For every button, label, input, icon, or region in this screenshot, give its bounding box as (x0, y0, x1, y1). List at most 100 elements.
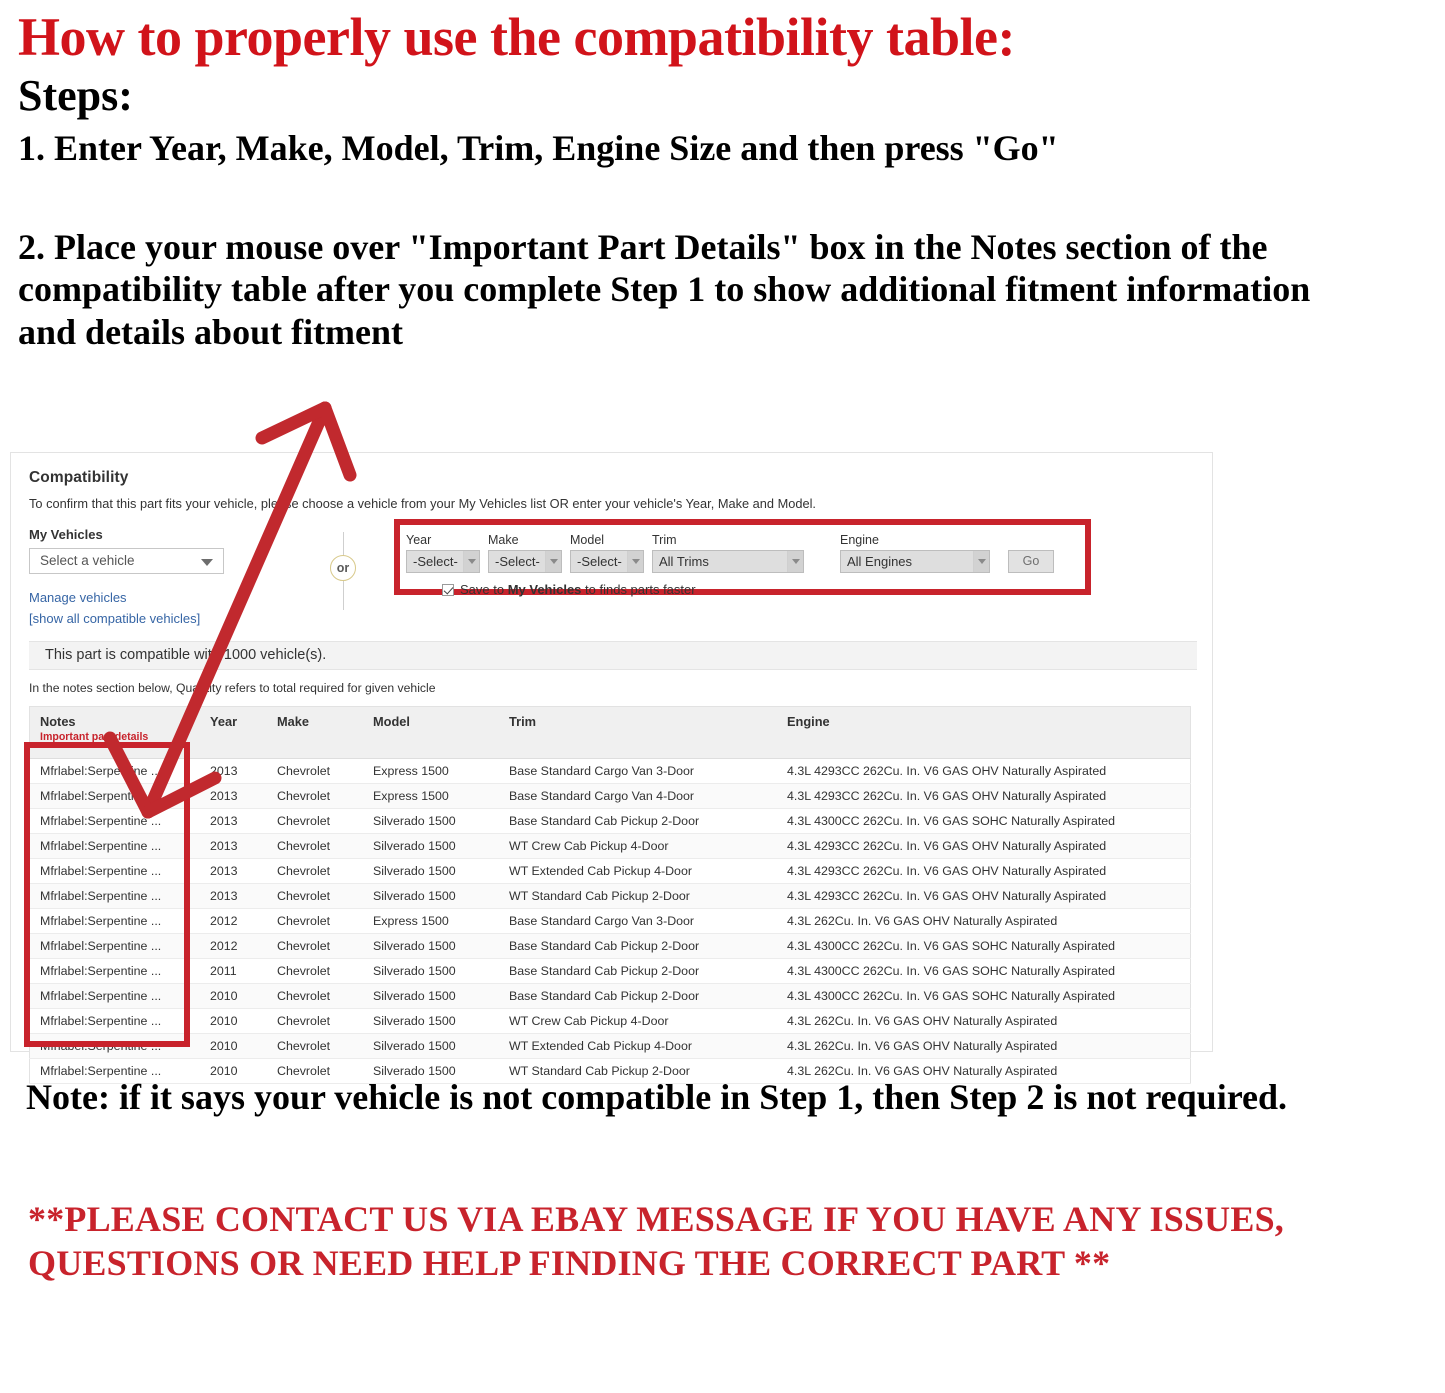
chevron-down-icon (787, 551, 803, 572)
table-row: Mfrlabel:Serpentine ... 2010 Chevrolet Silv… (29, 983, 1191, 1009)
header-model: Model (363, 706, 499, 759)
year-select[interactable]: -Select- (406, 550, 480, 573)
save-to-my-vehicles-checkbox[interactable] (442, 583, 454, 596)
header-trim: Trim (499, 706, 777, 759)
cell-engine: 4.3L 262Cu. In. V6 GAS OHV Naturally Asp… (777, 1008, 1191, 1034)
cell-engine: 4.3L 4293CC 262Cu. In. V6 GAS OHV Natura… (777, 833, 1191, 859)
trim-value: All Trims (659, 554, 709, 569)
cell-trim: WT Extended Cab Pickup 4-Door (499, 1033, 777, 1059)
manage-vehicles-link[interactable]: Manage vehicles (29, 590, 127, 605)
cell-year: 2013 (200, 758, 267, 784)
save-to-my-vehicles-row[interactable]: Save to My Vehicles to finds parts faste… (442, 582, 1086, 597)
trim-select[interactable]: All Trims (652, 550, 804, 573)
cell-trim: WT Extended Cab Pickup 4-Door (499, 858, 777, 884)
chevron-down-icon (627, 551, 643, 572)
engine-select[interactable]: All Engines (840, 550, 990, 573)
cell-engine: 4.3L 4293CC 262Cu. In. V6 GAS OHV Natura… (777, 858, 1191, 884)
cell-trim: WT Standard Cab Pickup 2-Door (499, 883, 777, 909)
footer-contact-notice: **PLEASE CONTACT US VIA EBAY MESSAGE IF … (28, 1199, 1285, 1283)
my-vehicles-group: My Vehicles Select a vehicle Manage vehi… (29, 527, 279, 607)
cell-year: 2013 (200, 783, 267, 809)
compatible-count-text: This part is compatible with 1000 vehicl… (45, 647, 327, 663)
model-select[interactable]: -Select- (570, 550, 644, 573)
cell-model: Express 1500 (363, 908, 499, 934)
fitment-table-head: Notes Important part details Year Make M… (29, 706, 1191, 759)
table-row: Mfrlabel:Serpentine ... 2013 Chevrolet Silv… (29, 883, 1191, 909)
cell-year: 2013 (200, 883, 267, 909)
cell-trim: Base Standard Cab Pickup 2-Door (499, 933, 777, 959)
cell-notes[interactable]: Mfrlabel:Serpentine ... (29, 758, 200, 784)
go-button[interactable]: Go (1008, 550, 1054, 573)
chevron-down-icon (545, 551, 561, 572)
cell-engine: 4.3L 4293CC 262Cu. In. V6 GAS OHV Natura… (777, 783, 1191, 809)
table-row: Mfrlabel:Serpentine ... 2013 Chevrolet Silv… (29, 858, 1191, 884)
save-to-my-vehicles-label: Save to My Vehicles to finds parts faste… (460, 582, 696, 597)
cell-make: Chevrolet (267, 758, 363, 784)
table-header-row: Notes Important part details Year Make M… (29, 706, 1191, 759)
cell-model: Silverado 1500 (363, 983, 499, 1009)
cell-model: Express 1500 (363, 758, 499, 784)
cell-year: 2013 (200, 858, 267, 884)
cell-model: Express 1500 (363, 783, 499, 809)
cell-notes[interactable]: Mfrlabel:Serpentine ... (29, 833, 200, 859)
table-row: Mfrlabel:Serpentine ... 2010 Chevrolet Silv… (29, 1008, 1191, 1034)
cell-notes[interactable]: Mfrlabel:Serpentine ... (29, 908, 200, 934)
cell-engine: 4.3L 4293CC 262Cu. In. V6 GAS OHV Natura… (777, 758, 1191, 784)
cell-notes[interactable]: Mfrlabel:Serpentine ... (29, 883, 200, 909)
compatibility-subtitle: To confirm that this part fits your vehi… (29, 496, 816, 511)
cell-make: Chevrolet (267, 858, 363, 884)
cell-trim: Base Standard Cab Pickup 2-Door (499, 958, 777, 984)
cell-notes[interactable]: Mfrlabel:Serpentine ... (29, 958, 200, 984)
show-all-compatible-vehicles-link[interactable]: [show all compatible vehicles] (29, 611, 200, 626)
make-select[interactable]: -Select- (488, 550, 562, 573)
cell-model: Silverado 1500 (363, 1008, 499, 1034)
cell-make: Chevrolet (267, 808, 363, 834)
cell-year: 2012 (200, 933, 267, 959)
chevron-down-icon (201, 559, 213, 566)
header-notes-label: Notes (40, 714, 76, 729)
trim-label: Trim (652, 533, 677, 547)
cell-make: Chevrolet (267, 883, 363, 909)
table-row: Mfrlabel:Serpentine ... 2013 Chevrolet Expr… (29, 783, 1191, 809)
header-notes: Notes Important part details (29, 706, 200, 759)
cell-engine: 4.3L 262Cu. In. V6 GAS OHV Naturally Asp… (777, 908, 1191, 934)
cell-notes[interactable]: Mfrlabel:Serpentine ... (29, 1008, 200, 1034)
cell-notes[interactable]: Mfrlabel:Serpentine ... (29, 983, 200, 1009)
cell-trim: Base Standard Cargo Van 3-Door (499, 758, 777, 784)
cell-notes[interactable]: Mfrlabel:Serpentine ... (29, 808, 200, 834)
make-label: Make (488, 533, 519, 547)
year-label: Year (406, 533, 432, 547)
model-value: -Select- (577, 554, 622, 569)
cell-notes[interactable]: Mfrlabel:Serpentine ... (29, 933, 200, 959)
cell-make: Chevrolet (267, 983, 363, 1009)
compatible-count-banner: This part is compatible with 1000 vehicl… (29, 641, 1197, 670)
table-row: Mfrlabel:Serpentine ... 2013 Chevrolet Expr… (29, 758, 1191, 784)
model-label: Model (570, 533, 605, 547)
cell-year: 2010 (200, 983, 267, 1009)
cell-make: Chevrolet (267, 833, 363, 859)
compatibility-panel: Compatibility To confirm that this part … (10, 452, 1213, 1084)
save-bold: My Vehicles (507, 582, 582, 597)
cell-trim: Base Standard Cab Pickup 2-Door (499, 808, 777, 834)
instructions-block: How to properly use the compatibility ta… (18, 9, 1418, 353)
engine-label: Engine (840, 533, 879, 547)
table-row: Mfrlabel:Serpentine ... 2011 Chevrolet Silv… (29, 958, 1191, 984)
cell-engine: 4.3L 4300CC 262Cu. In. V6 GAS SOHC Natur… (777, 983, 1191, 1009)
cell-notes[interactable]: Mfrlabel:Serpentine ... (29, 1033, 200, 1059)
my-vehicles-select[interactable]: Select a vehicle (29, 548, 224, 574)
model-field: Model -Select- (570, 533, 644, 573)
cell-year: 2013 (200, 808, 267, 834)
cell-year: 2011 (200, 958, 267, 984)
save-suffix: to finds parts faster (581, 582, 696, 597)
cell-notes[interactable]: Mfrlabel:Serpentine ... (29, 858, 200, 884)
header-engine: Engine (777, 706, 1191, 759)
cell-trim: WT Crew Cab Pickup 4-Door (499, 1008, 777, 1034)
cell-model: Silverado 1500 (363, 858, 499, 884)
cell-notes[interactable]: Mfrlabel:Serpentine ... (29, 783, 200, 809)
cell-year: 2010 (200, 1033, 267, 1059)
cell-make: Chevrolet (267, 908, 363, 934)
cell-trim: Base Standard Cargo Van 4-Door (499, 783, 777, 809)
make-field: Make -Select- (488, 533, 562, 573)
table-row: Mfrlabel:Serpentine ... 2013 Chevrolet Silv… (29, 808, 1191, 834)
cell-engine: 4.3L 4300CC 262Cu. In. V6 GAS SOHC Natur… (777, 958, 1191, 984)
